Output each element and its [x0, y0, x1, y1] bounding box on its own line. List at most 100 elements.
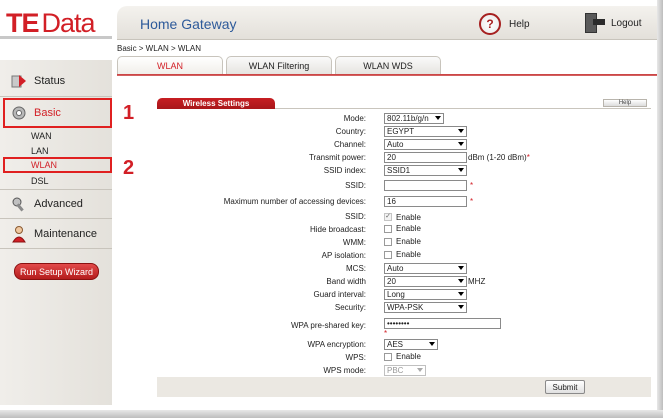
- ssid-required-star: *: [470, 181, 474, 190]
- row-security: Security: WPA-PSK: [157, 302, 651, 315]
- wps-mode-label: WPS mode:: [323, 366, 366, 375]
- hide-broadcast-label: Hide broadcast:: [309, 225, 366, 234]
- country-label: Country:: [335, 127, 366, 136]
- sidebar-item-status[interactable]: Status: [0, 67, 112, 95]
- row-wpa-encryption: WPA encryption: AES: [157, 339, 651, 352]
- panel-title: Wireless Settings: [157, 98, 275, 109]
- chevron-down-icon: [458, 142, 464, 146]
- wpa-key-required-star: *: [384, 329, 388, 338]
- wps-checkbox[interactable]: Enable: [384, 352, 421, 361]
- submit-button[interactable]: Submit: [545, 380, 585, 394]
- ssid-label: SSID:: [345, 181, 366, 190]
- wps-mode-select[interactable]: PBC: [384, 365, 426, 376]
- chevron-down-icon: [458, 129, 464, 133]
- advanced-wrench-icon: [10, 195, 28, 213]
- chevron-down-icon: [458, 168, 464, 172]
- chevron-down-icon: [458, 266, 464, 270]
- guard-interval-label: Guard interval:: [313, 290, 366, 299]
- logo-te: TE: [6, 8, 40, 38]
- checkmark-icon: ✓: [384, 213, 392, 221]
- security-select[interactable]: WPA-PSK: [384, 302, 467, 313]
- sidebar-label-maintenance: Maintenance: [34, 228, 97, 240]
- band-width-unit: MHZ: [468, 277, 486, 286]
- annotation-number-2: 2: [123, 157, 135, 179]
- ssid-input[interactable]: [384, 180, 467, 191]
- row-ap-isolation: AP isolation: Enable: [157, 250, 651, 263]
- row-channel: Channel: Auto: [157, 139, 651, 152]
- country-select[interactable]: EGYPT: [384, 126, 467, 137]
- band-width-label: Band width: [326, 277, 366, 286]
- sidebar-divider: [0, 248, 112, 249]
- sidebar-item-maintenance[interactable]: Maintenance: [0, 220, 112, 248]
- sidebar-sub-lan[interactable]: LAN: [31, 146, 49, 156]
- guard-interval-select[interactable]: Long: [384, 289, 467, 300]
- hide-broadcast-checkbox[interactable]: Enable: [384, 224, 421, 233]
- transmit-power-input[interactable]: 20: [384, 152, 467, 163]
- row-country: Country: EGYPT: [157, 126, 651, 139]
- panel-header: Wireless Settings Help: [157, 98, 651, 109]
- chevron-down-icon: [429, 342, 435, 346]
- wpa-encryption-label: WPA encryption:: [307, 340, 366, 349]
- panel-help-button[interactable]: Help: [603, 99, 647, 107]
- max-devices-required-star: *: [470, 197, 474, 206]
- wpa-key-label: WPA pre-shared key:: [291, 321, 366, 330]
- channel-select[interactable]: Auto: [384, 139, 467, 150]
- tab-wlan-filtering[interactable]: WLAN Filtering: [226, 56, 332, 74]
- maintenance-user-icon: [10, 225, 28, 243]
- mode-select[interactable]: 802.11b/g/n: [384, 113, 444, 124]
- help-label: Help: [509, 18, 530, 30]
- status-icon: [10, 72, 28, 90]
- logo-divider: [0, 36, 112, 39]
- wmm-label: WMM:: [342, 238, 366, 247]
- te-data-logo: TE Data: [6, 8, 96, 39]
- row-ssid-enable: SSID: ✓ Enable: [157, 211, 651, 224]
- page-title: Home Gateway: [140, 16, 237, 32]
- row-mcs: MCS: Auto: [157, 263, 651, 276]
- header-bar: Home Gateway ? Help Logout: [117, 6, 657, 40]
- max-devices-input[interactable]: 16: [384, 196, 467, 207]
- ap-isolation-checkbox[interactable]: Enable: [384, 250, 421, 259]
- wpa-encryption-select[interactable]: AES: [384, 339, 438, 350]
- annotation-box-basic: [3, 98, 112, 128]
- help-button[interactable]: ? Help: [479, 12, 530, 36]
- tab-wlan[interactable]: WLAN: [117, 56, 223, 74]
- wpa-key-input[interactable]: ••••••••: [384, 318, 501, 329]
- run-setup-wizard-button[interactable]: Run Setup Wizard: [14, 263, 99, 280]
- sidebar-sub-wan[interactable]: WAN: [31, 131, 52, 141]
- sidebar-divider: [0, 96, 112, 97]
- tab-wlan-wds[interactable]: WLAN WDS: [335, 56, 441, 74]
- row-band-width: Band width 20 MHZ: [157, 276, 651, 289]
- band-width-select[interactable]: 20: [384, 276, 467, 287]
- chevron-down-icon: [458, 279, 464, 283]
- row-wmm: WMM: Enable: [157, 237, 651, 250]
- breadcrumb: Basic > WLAN > WLAN: [117, 44, 202, 53]
- sidebar-label-advanced: Advanced: [34, 198, 83, 210]
- mcs-label: MCS:: [346, 264, 366, 273]
- channel-label: Channel:: [333, 140, 366, 149]
- row-guard-interval: Guard interval: Long: [157, 289, 651, 302]
- chevron-down-icon: [458, 305, 464, 309]
- wmm-checkbox[interactable]: Enable: [384, 237, 421, 246]
- logout-label: Logout: [611, 17, 642, 29]
- logout-button[interactable]: Logout: [583, 10, 642, 36]
- mcs-select[interactable]: Auto: [384, 263, 467, 274]
- logo-data: Data: [41, 8, 96, 38]
- sidebar-label-status: Status: [34, 75, 66, 87]
- sidebar-sub-dsl[interactable]: DSL: [31, 176, 49, 186]
- annotation-number-1: 1: [123, 102, 135, 124]
- help-icon: ?: [479, 13, 501, 35]
- router-admin-window: TE Data Home Gateway ? Help Logout Basic …: [0, 0, 663, 418]
- ssid-enable-label: SSID:: [345, 212, 366, 221]
- row-wpa-key: WPA pre-shared key: •••••••• *: [157, 318, 651, 338]
- sidebar-item-advanced[interactable]: Advanced: [0, 190, 112, 218]
- row-ssid-index: SSID index: SSID1: [157, 165, 651, 178]
- wps-label: WPS:: [345, 353, 366, 362]
- chevron-down-icon: [458, 292, 464, 296]
- row-mode: Mode: 802.11b/g/n: [157, 113, 651, 126]
- ssid-index-label: SSID index:: [323, 166, 366, 175]
- ssid-enable-checkbox[interactable]: ✓ Enable: [384, 213, 421, 222]
- ap-isolation-label: AP isolation:: [321, 251, 366, 260]
- max-devices-label: Maximum number of accessing devices:: [223, 197, 366, 206]
- ssid-index-select[interactable]: SSID1: [384, 165, 467, 176]
- tab-underline: [117, 74, 657, 76]
